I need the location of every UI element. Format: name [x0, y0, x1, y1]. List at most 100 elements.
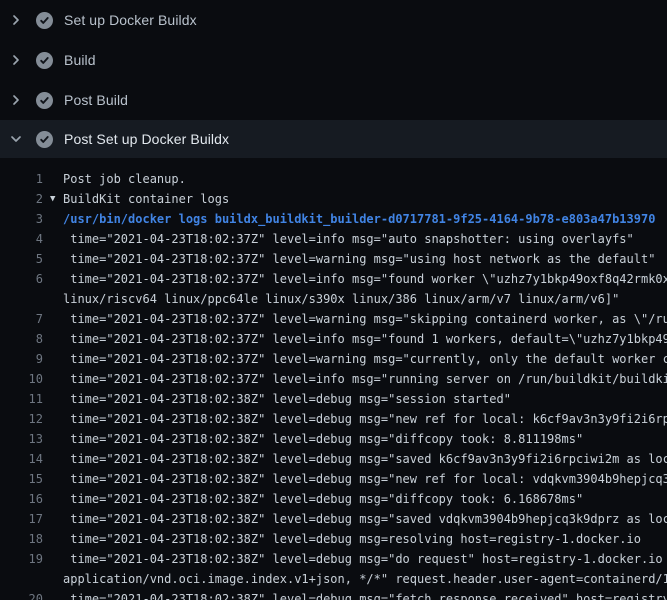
log-row-text: linux/riscv64 linux/ppc64le linux/s390x … [63, 289, 667, 309]
log-row-text: time="2021-04-23T18:02:37Z" level=info m… [63, 329, 667, 349]
log-line: 14 time="2021-04-23T18:02:38Z" level=deb… [0, 449, 667, 469]
status-success-icon [36, 52, 53, 69]
log-line-number[interactable]: 18 [0, 529, 43, 549]
log-line: 11 time="2021-04-23T18:02:38Z" level=deb… [0, 389, 667, 409]
log-line-content: time="2021-04-23T18:02:37Z" level=warnin… [63, 309, 667, 329]
log-line-number[interactable]: 13 [0, 429, 43, 449]
log-line-number[interactable]: 6 [0, 269, 43, 289]
log-row-text: time="2021-04-23T18:02:37Z" level=info m… [63, 229, 667, 249]
log-line-content: time="2021-04-23T18:02:37Z" level=warnin… [63, 349, 667, 369]
log-row-text: time="2021-04-23T18:02:38Z" level=debug … [63, 509, 667, 529]
log-line-number[interactable]: 5 [0, 249, 43, 269]
log-line: 2 ▼BuildKit container logs [0, 189, 667, 209]
log-line: 9 time="2021-04-23T18:02:37Z" level=warn… [0, 349, 667, 369]
log-line-number[interactable]: 3 [0, 209, 43, 229]
step-title: Build [64, 52, 96, 68]
log-row-text: Post job cleanup. [63, 169, 667, 189]
step-title: Post Build [64, 92, 128, 108]
log-line-number[interactable]: 14 [0, 449, 43, 469]
log-row-text: time="2021-04-23T18:02:38Z" level=debug … [63, 389, 667, 409]
log-row-text: application/vnd.oci.image.index.v1+json,… [63, 569, 667, 589]
log-line: 12 time="2021-04-23T18:02:38Z" level=deb… [0, 409, 667, 429]
log-row-text: time="2021-04-23T18:02:37Z" level=warnin… [63, 249, 667, 269]
log-line: 1 Post job cleanup. [0, 169, 667, 189]
log-line: 7 time="2021-04-23T18:02:37Z" level=warn… [0, 309, 667, 329]
log-row-text: time="2021-04-23T18:02:38Z" level=debug … [63, 529, 667, 549]
log-line-content: /usr/bin/docker logs buildx_buildkit_bui… [63, 209, 667, 229]
step-header-set-up-docker-buildx[interactable]: Set up Docker Buildx [0, 0, 667, 40]
log-line-number[interactable]: 4 [0, 229, 43, 249]
log-line-number[interactable]: 15 [0, 469, 43, 489]
log-line-number[interactable]: 17 [0, 509, 43, 529]
log-line: 17 time="2021-04-23T18:02:38Z" level=deb… [0, 509, 667, 529]
log-line-number[interactable]: 20 [0, 589, 43, 600]
chevron-right-icon[interactable] [8, 92, 24, 108]
log-line: 8 time="2021-04-23T18:02:37Z" level=info… [0, 329, 667, 349]
log-line-content: time="2021-04-23T18:02:37Z" level=info m… [63, 269, 667, 309]
log-row-text: time="2021-04-23T18:02:38Z" level=debug … [63, 449, 667, 469]
log-line-content: time="2021-04-23T18:02:38Z" level=debug … [63, 389, 667, 409]
log-row-text: time="2021-04-23T18:02:37Z" level=info m… [63, 369, 667, 389]
log-line: 16 time="2021-04-23T18:02:38Z" level=deb… [0, 489, 667, 509]
log-line-number[interactable]: 8 [0, 329, 43, 349]
log-line-content: time="2021-04-23T18:02:37Z" level=warnin… [63, 249, 667, 269]
log-line-number[interactable]: 11 [0, 389, 43, 409]
log-command-text: /usr/bin/docker logs buildx_buildkit_bui… [63, 209, 667, 229]
log-line-content: time="2021-04-23T18:02:37Z" level=info m… [63, 329, 667, 349]
log-line: 13 time="2021-04-23T18:02:38Z" level=deb… [0, 429, 667, 449]
step-header-post-build[interactable]: Post Build [0, 80, 667, 120]
log-line-number[interactable]: 16 [0, 489, 43, 509]
log-line-content: time="2021-04-23T18:02:38Z" level=debug … [63, 449, 667, 469]
log-line: 6 time="2021-04-23T18:02:37Z" level=info… [0, 269, 667, 309]
log-row-text: time="2021-04-23T18:02:38Z" level=debug … [63, 429, 667, 449]
status-success-icon [36, 131, 53, 148]
log-line-content: time="2021-04-23T18:02:37Z" level=info m… [63, 369, 667, 389]
log-line: 19 time="2021-04-23T18:02:38Z" level=deb… [0, 549, 667, 589]
log-line-content: time="2021-04-23T18:02:37Z" level=info m… [63, 229, 667, 249]
log-row-text: time="2021-04-23T18:02:37Z" level=warnin… [63, 309, 667, 329]
log-line: 10 time="2021-04-23T18:02:37Z" level=inf… [0, 369, 667, 389]
log-line-content: time="2021-04-23T18:02:38Z" level=debug … [63, 489, 667, 509]
log-line: 4 time="2021-04-23T18:02:37Z" level=info… [0, 229, 667, 249]
log-row-text: time="2021-04-23T18:02:38Z" level=debug … [63, 549, 667, 569]
log-line: 20 time="2021-04-23T18:02:38Z" level=deb… [0, 589, 667, 600]
log-line: 15 time="2021-04-23T18:02:38Z" level=deb… [0, 469, 667, 489]
log-line: 3 /usr/bin/docker logs buildx_buildkit_b… [0, 209, 667, 229]
log-line-content: time="2021-04-23T18:02:38Z" level=debug … [63, 469, 667, 489]
log-line-content: time="2021-04-23T18:02:38Z" level=debug … [63, 589, 667, 600]
step-header-build[interactable]: Build [0, 40, 667, 80]
log-group-header[interactable]: ▼BuildKit container logs [63, 189, 667, 209]
log-line-content: time="2021-04-23T18:02:38Z" level=debug … [63, 429, 667, 449]
log-line-content: Post job cleanup. [63, 169, 667, 189]
log-row-text: time="2021-04-23T18:02:38Z" level=debug … [63, 489, 667, 509]
chevron-right-icon[interactable] [8, 52, 24, 68]
log-row-text: time="2021-04-23T18:02:38Z" level=debug … [63, 589, 667, 600]
chevron-right-icon[interactable] [8, 12, 24, 28]
step-title: Set up Docker Buildx [64, 12, 197, 28]
group-expanded-triangle-icon[interactable]: ▼ [50, 189, 55, 209]
log-line: 18 time="2021-04-23T18:02:38Z" level=deb… [0, 529, 667, 549]
log-line-number[interactable]: 2 [0, 189, 43, 209]
log-line-content: time="2021-04-23T18:02:38Z" level=debug … [63, 529, 667, 549]
workflow-log-viewer: Set up Docker Buildx Build [0, 0, 667, 600]
log-row-text: time="2021-04-23T18:02:38Z" level=debug … [63, 409, 667, 429]
log-line-content: time="2021-04-23T18:02:38Z" level=debug … [63, 549, 667, 589]
step-sections: Set up Docker Buildx Build [0, 0, 667, 158]
status-success-icon [36, 92, 53, 109]
log-row-text: time="2021-04-23T18:02:37Z" level=warnin… [63, 349, 667, 369]
log-line-number[interactable]: 9 [0, 349, 43, 369]
log-line-number[interactable]: 12 [0, 409, 43, 429]
log-row-text: BuildKit container logs [63, 189, 667, 209]
log-line-number[interactable]: 7 [0, 309, 43, 329]
log-panel: 1 Post job cleanup. 2 ▼BuildKit containe… [0, 158, 667, 600]
log-line-content: time="2021-04-23T18:02:38Z" level=debug … [63, 509, 667, 529]
step-header-post-set-up-docker-buildx[interactable]: Post Set up Docker Buildx [0, 120, 667, 158]
log-line-number[interactable]: 19 [0, 549, 43, 569]
chevron-down-icon[interactable] [8, 131, 24, 147]
log-line: 5 time="2021-04-23T18:02:37Z" level=warn… [0, 249, 667, 269]
log-line-number[interactable]: 10 [0, 369, 43, 389]
step-title: Post Set up Docker Buildx [64, 131, 229, 147]
status-success-icon [36, 12, 53, 29]
log-line-number[interactable]: 1 [0, 169, 43, 189]
log-line-content: time="2021-04-23T18:02:38Z" level=debug … [63, 409, 667, 429]
